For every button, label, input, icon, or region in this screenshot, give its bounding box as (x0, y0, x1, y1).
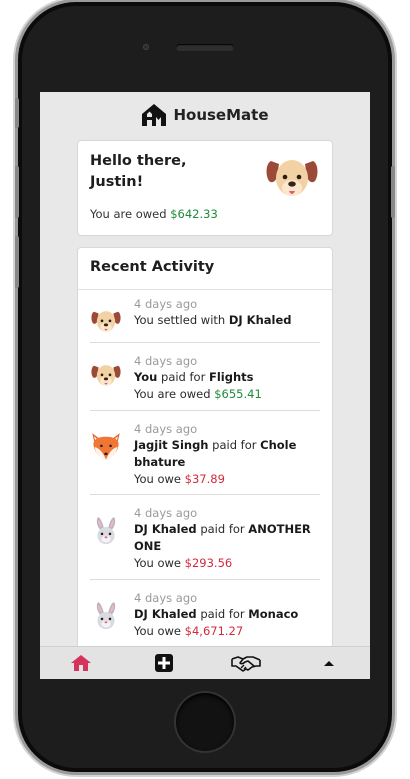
home-icon (71, 655, 92, 671)
activity-description: You paid for Flights (134, 370, 254, 384)
handshake-icon (231, 656, 262, 672)
front-camera (143, 44, 149, 50)
nav-more-button[interactable] (288, 647, 371, 679)
add-icon (154, 654, 173, 672)
mute-switch (15, 98, 19, 128)
dog-avatar-icon[interactable] (264, 151, 320, 207)
activity-person: Jagjit Singh (134, 438, 209, 452)
activity-time: 4 days ago (134, 297, 198, 311)
home-button[interactable] (176, 693, 234, 751)
nav-settle-button[interactable] (205, 647, 288, 679)
rabbit-icon (96, 602, 116, 630)
activity-expense: Flights (208, 370, 254, 384)
recent-activity-title: Recent Activity (78, 248, 332, 290)
activity-person: You (134, 370, 158, 384)
app-header: HouseMate (40, 92, 370, 138)
balance-label: You are owed (90, 207, 167, 221)
activity-amount: $655.41 (214, 387, 262, 401)
nav-add-button[interactable] (123, 647, 206, 679)
activity-amount-line: You are owed $655.41 (134, 387, 262, 401)
activity-person: DJ Khaled (228, 313, 292, 327)
activity-item[interactable]: 4 days ago Jagjit Singh paid for Chole b… (90, 411, 320, 495)
activity-description: DJ Khaled paid for Monaco (134, 607, 299, 621)
greeting-line-1: Hello there, (90, 153, 187, 169)
activity-person: DJ Khaled (134, 522, 197, 536)
activity-amount-line: You owe $4,671.27 (134, 624, 244, 638)
dog-icon (91, 365, 121, 386)
activity-item[interactable]: 4 days ago DJ Khaled paid for Monaco You… (90, 580, 320, 650)
activity-time: 4 days ago (134, 354, 198, 368)
activity-description: Jagjit Singh paid for Chole bhature (134, 438, 297, 469)
app-title: HouseMate (173, 106, 269, 124)
activity-item[interactable]: 4 days ago DJ Khaled paid for ANOTHER ON… (90, 495, 320, 580)
activity-time: 4 days ago (134, 422, 198, 436)
earpiece-speaker (176, 44, 234, 51)
nav-home-button[interactable] (40, 647, 123, 679)
activity-amount-line: You owe $293.56 (134, 556, 233, 570)
power-button (391, 166, 395, 218)
activity-description: DJ Khaled paid for ANOTHER ONE (134, 522, 311, 553)
caret-up-icon (323, 661, 334, 666)
balance-amount: $642.33 (170, 207, 218, 221)
activity-person: DJ Khaled (134, 607, 197, 621)
activity-item[interactable]: 4 days ago You settled with DJ Khaled (90, 290, 320, 343)
rabbit-icon (96, 517, 116, 545)
app-screen: HouseMate Hello there, Justin! You are o… (40, 92, 370, 679)
activity-amount-line: You owe $37.89 (134, 472, 225, 486)
activity-item[interactable]: 4 days ago You paid for Flights You are … (90, 343, 320, 411)
house-logo-icon (142, 104, 167, 126)
fox-icon (92, 433, 120, 460)
bottom-nav (40, 646, 370, 679)
activity-expense: Monaco (248, 607, 299, 621)
activity-time: 4 days ago (134, 591, 198, 605)
greeting-line-2: Justin! (90, 174, 144, 190)
activity-amount: $4,671.27 (184, 624, 244, 638)
balance-line: You are owed $642.33 (90, 207, 218, 221)
activity-amount: $37.89 (184, 472, 225, 486)
activity-list: 4 days ago You settled with DJ Khaled 4 … (78, 290, 332, 650)
volume-down-button (15, 236, 19, 288)
dog-icon (91, 311, 121, 332)
activity-description: You settled with DJ Khaled (134, 313, 292, 327)
summary-card: Hello there, Justin! You are owed $642.3… (77, 140, 333, 236)
activity-time: 4 days ago (134, 506, 198, 520)
volume-up-button (15, 166, 19, 218)
activity-amount: $293.56 (184, 556, 233, 570)
greeting: Hello there, Justin! (90, 151, 240, 193)
recent-activity-card: Recent Activity 4 days ago You settled w… (77, 247, 333, 679)
